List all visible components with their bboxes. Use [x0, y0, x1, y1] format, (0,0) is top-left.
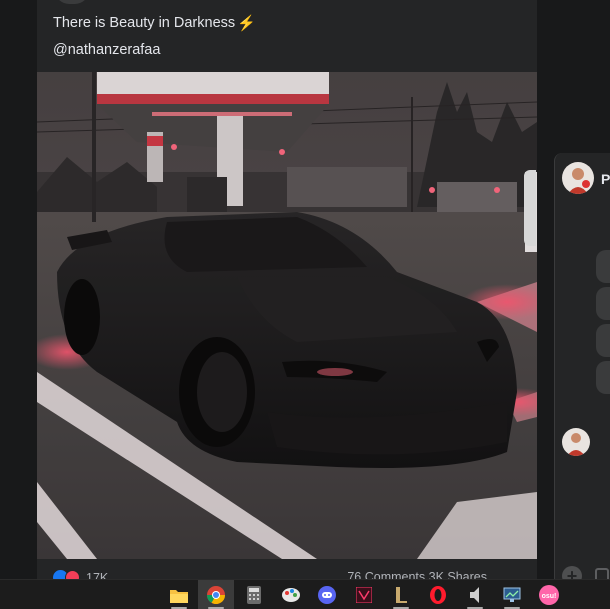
monitor-icon[interactable]	[502, 585, 522, 605]
chat-message-bubble[interactable]	[596, 361, 610, 394]
chat-message-bubble[interactable]	[596, 324, 610, 357]
file-explorer-icon[interactable]	[169, 585, 189, 605]
affinity-icon[interactable]	[354, 585, 374, 605]
car-photo-illustration	[37, 72, 537, 559]
chat-side-strip	[524, 170, 536, 246]
profile-picture-icon	[562, 162, 594, 194]
opera-icon[interactable]	[428, 585, 448, 605]
chat-message-bubble[interactable]	[596, 287, 610, 320]
post-handle-link[interactable]: @nathanzerafaa	[53, 42, 160, 58]
profile-picture-icon	[562, 428, 590, 456]
post-caption: There is Beauty in Darkness ⚡	[53, 14, 256, 32]
osu-icon[interactable]: osu!	[539, 585, 559, 605]
chat-contact-avatar[interactable]	[562, 162, 594, 194]
post-photo[interactable]	[37, 72, 537, 559]
post-card: There is Beauty in Darkness ⚡ @nathanzer…	[37, 0, 537, 586]
post-caption-text: There is Beauty in Darkness	[53, 15, 236, 31]
league-of-legends-icon[interactable]	[391, 585, 411, 605]
discord-icon[interactable]	[317, 585, 337, 605]
volume-icon[interactable]	[465, 585, 485, 605]
chrome-icon[interactable]	[206, 585, 226, 605]
calculator-icon[interactable]	[244, 585, 264, 605]
lightning-emoji-icon: ⚡	[237, 15, 256, 32]
paint-icon[interactable]	[281, 585, 301, 605]
chat-contact-name[interactable]: P	[601, 171, 610, 187]
chat-message-bubble[interactable]	[596, 250, 610, 283]
chat-contact-avatar-small[interactable]	[562, 428, 590, 456]
windows-taskbar: osu!	[0, 579, 610, 609]
osu-label: osu!	[542, 593, 557, 600]
chat-message-list	[596, 250, 610, 398]
post-author-avatar[interactable]	[55, 0, 89, 4]
